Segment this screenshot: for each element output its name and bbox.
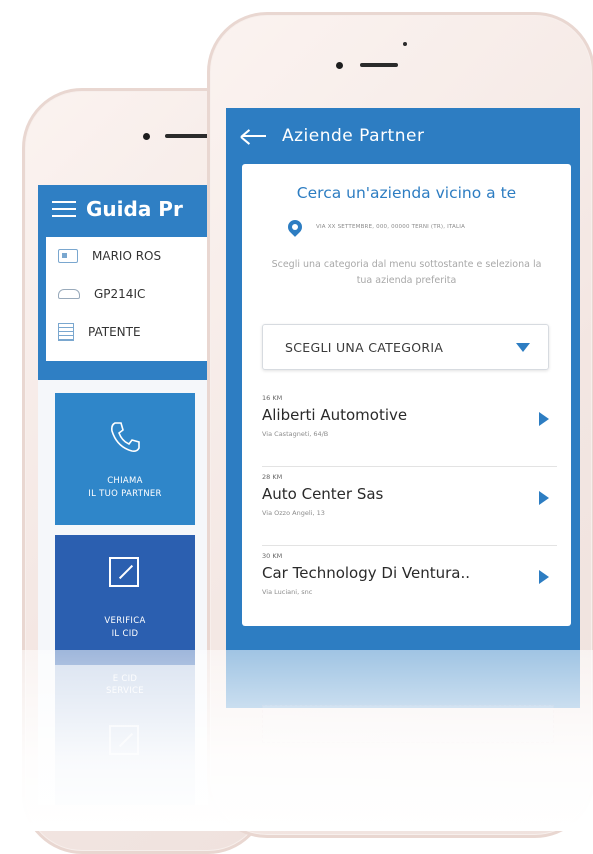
speaker-grille	[360, 63, 398, 67]
tile-label-line2: IL TUO PARTNER	[88, 489, 162, 499]
front-phone-screen: Aziende Partner Cerca un'azienda vicino …	[226, 108, 580, 708]
category-select-label: SCEGLI UNA CATEGORIA	[285, 339, 444, 355]
location-row[interactable]: VIA XX SETTEMBRE, 000, 00000 TERNI (TR),…	[285, 217, 466, 237]
tile-label-line1: CHIAMA	[107, 476, 143, 486]
reflection	[262, 705, 554, 743]
info-row-license: PATENTE	[46, 313, 208, 351]
list-item[interactable]: 30 KM Car Technology Di Ventura.. Via Lu…	[262, 546, 557, 624]
document-icon	[58, 323, 74, 341]
caret-down-icon	[516, 342, 530, 352]
item-name: Car Technology Di Ventura..	[262, 564, 470, 582]
camera-dot	[336, 62, 343, 69]
item-address: Via Castagneti, 64/B	[262, 430, 329, 438]
back-phone-screen: Guida Pr MARIO ROS GP214IC PATENTE CHIAM…	[38, 185, 208, 805]
item-distance: 28 KM	[262, 473, 283, 481]
tile-label-line1: VERIFICA	[104, 616, 146, 626]
camera-dot	[143, 133, 150, 140]
front-header: Aziende Partner	[226, 108, 580, 163]
item-address: Via Luciani, snc	[262, 588, 313, 596]
search-card: Cerca un'azienda vicino a te VIA XX SETT…	[242, 164, 571, 626]
driver-name: MARIO ROS	[92, 249, 162, 263]
item-name: Auto Center Sas	[262, 485, 384, 503]
page-title: Guida Pr	[86, 197, 183, 221]
item-distance: 16 KM	[262, 394, 283, 402]
card-title: Cerca un'azienda vicino a te	[296, 184, 517, 202]
phone-icon	[111, 422, 140, 452]
help-text: Scegli una categoria dal menu sottostant…	[271, 259, 542, 286]
tile-label-line2: SERVICE	[106, 686, 144, 696]
license-label: PATENTE	[88, 325, 141, 339]
user-info-card: MARIO ROS GP214IC PATENTE	[46, 237, 208, 361]
partner-list: 16 KM Aliberti Automotive Via Castagneti…	[262, 388, 557, 624]
category-select[interactable]: SCEGLI UNA CATEGORIA	[262, 324, 549, 370]
back-arrow-icon[interactable]	[240, 127, 266, 145]
chevron-right-icon	[539, 412, 549, 426]
tile-label-line2: IL CID	[111, 629, 139, 639]
item-distance: 30 KM	[262, 552, 283, 560]
document-icon	[109, 725, 139, 755]
car-icon	[58, 289, 80, 299]
verify-cid-tile[interactable]: VERIFICA IL CID	[55, 535, 195, 665]
call-partner-tile[interactable]: CHIAMA IL TUO PARTNER	[55, 393, 195, 525]
tile-label-line1: E CID	[112, 674, 138, 684]
list-item[interactable]: 16 KM Aliberti Automotive Via Castagneti…	[262, 388, 557, 467]
item-name: Aliberti Automotive	[262, 406, 408, 424]
location-pin-icon	[285, 217, 305, 237]
id-card-icon	[58, 249, 78, 263]
list-item[interactable]: 28 KM Auto Center Sas Via Ozzo Angeli, 1…	[262, 467, 557, 546]
cid-service-tile[interactable]: E CID SERVICE	[55, 665, 195, 805]
license-plate: GP214IC	[94, 287, 146, 301]
menu-icon[interactable]	[52, 200, 76, 218]
back-header: Guida Pr MARIO ROS GP214IC PATENTE	[38, 185, 208, 380]
edit-icon	[109, 557, 139, 587]
sensor-dot	[403, 42, 407, 46]
info-row-plate: GP214IC	[46, 275, 208, 313]
item-address: Via Ozzo Angeli, 13	[262, 509, 325, 517]
location-text: VIA XX SETTEMBRE, 000, 00000 TERNI (TR),…	[316, 224, 466, 230]
page-title: Aziende Partner	[282, 125, 425, 146]
chevron-right-icon	[539, 491, 549, 505]
info-row-name: MARIO ROS	[46, 237, 208, 275]
chevron-right-icon	[539, 570, 549, 584]
